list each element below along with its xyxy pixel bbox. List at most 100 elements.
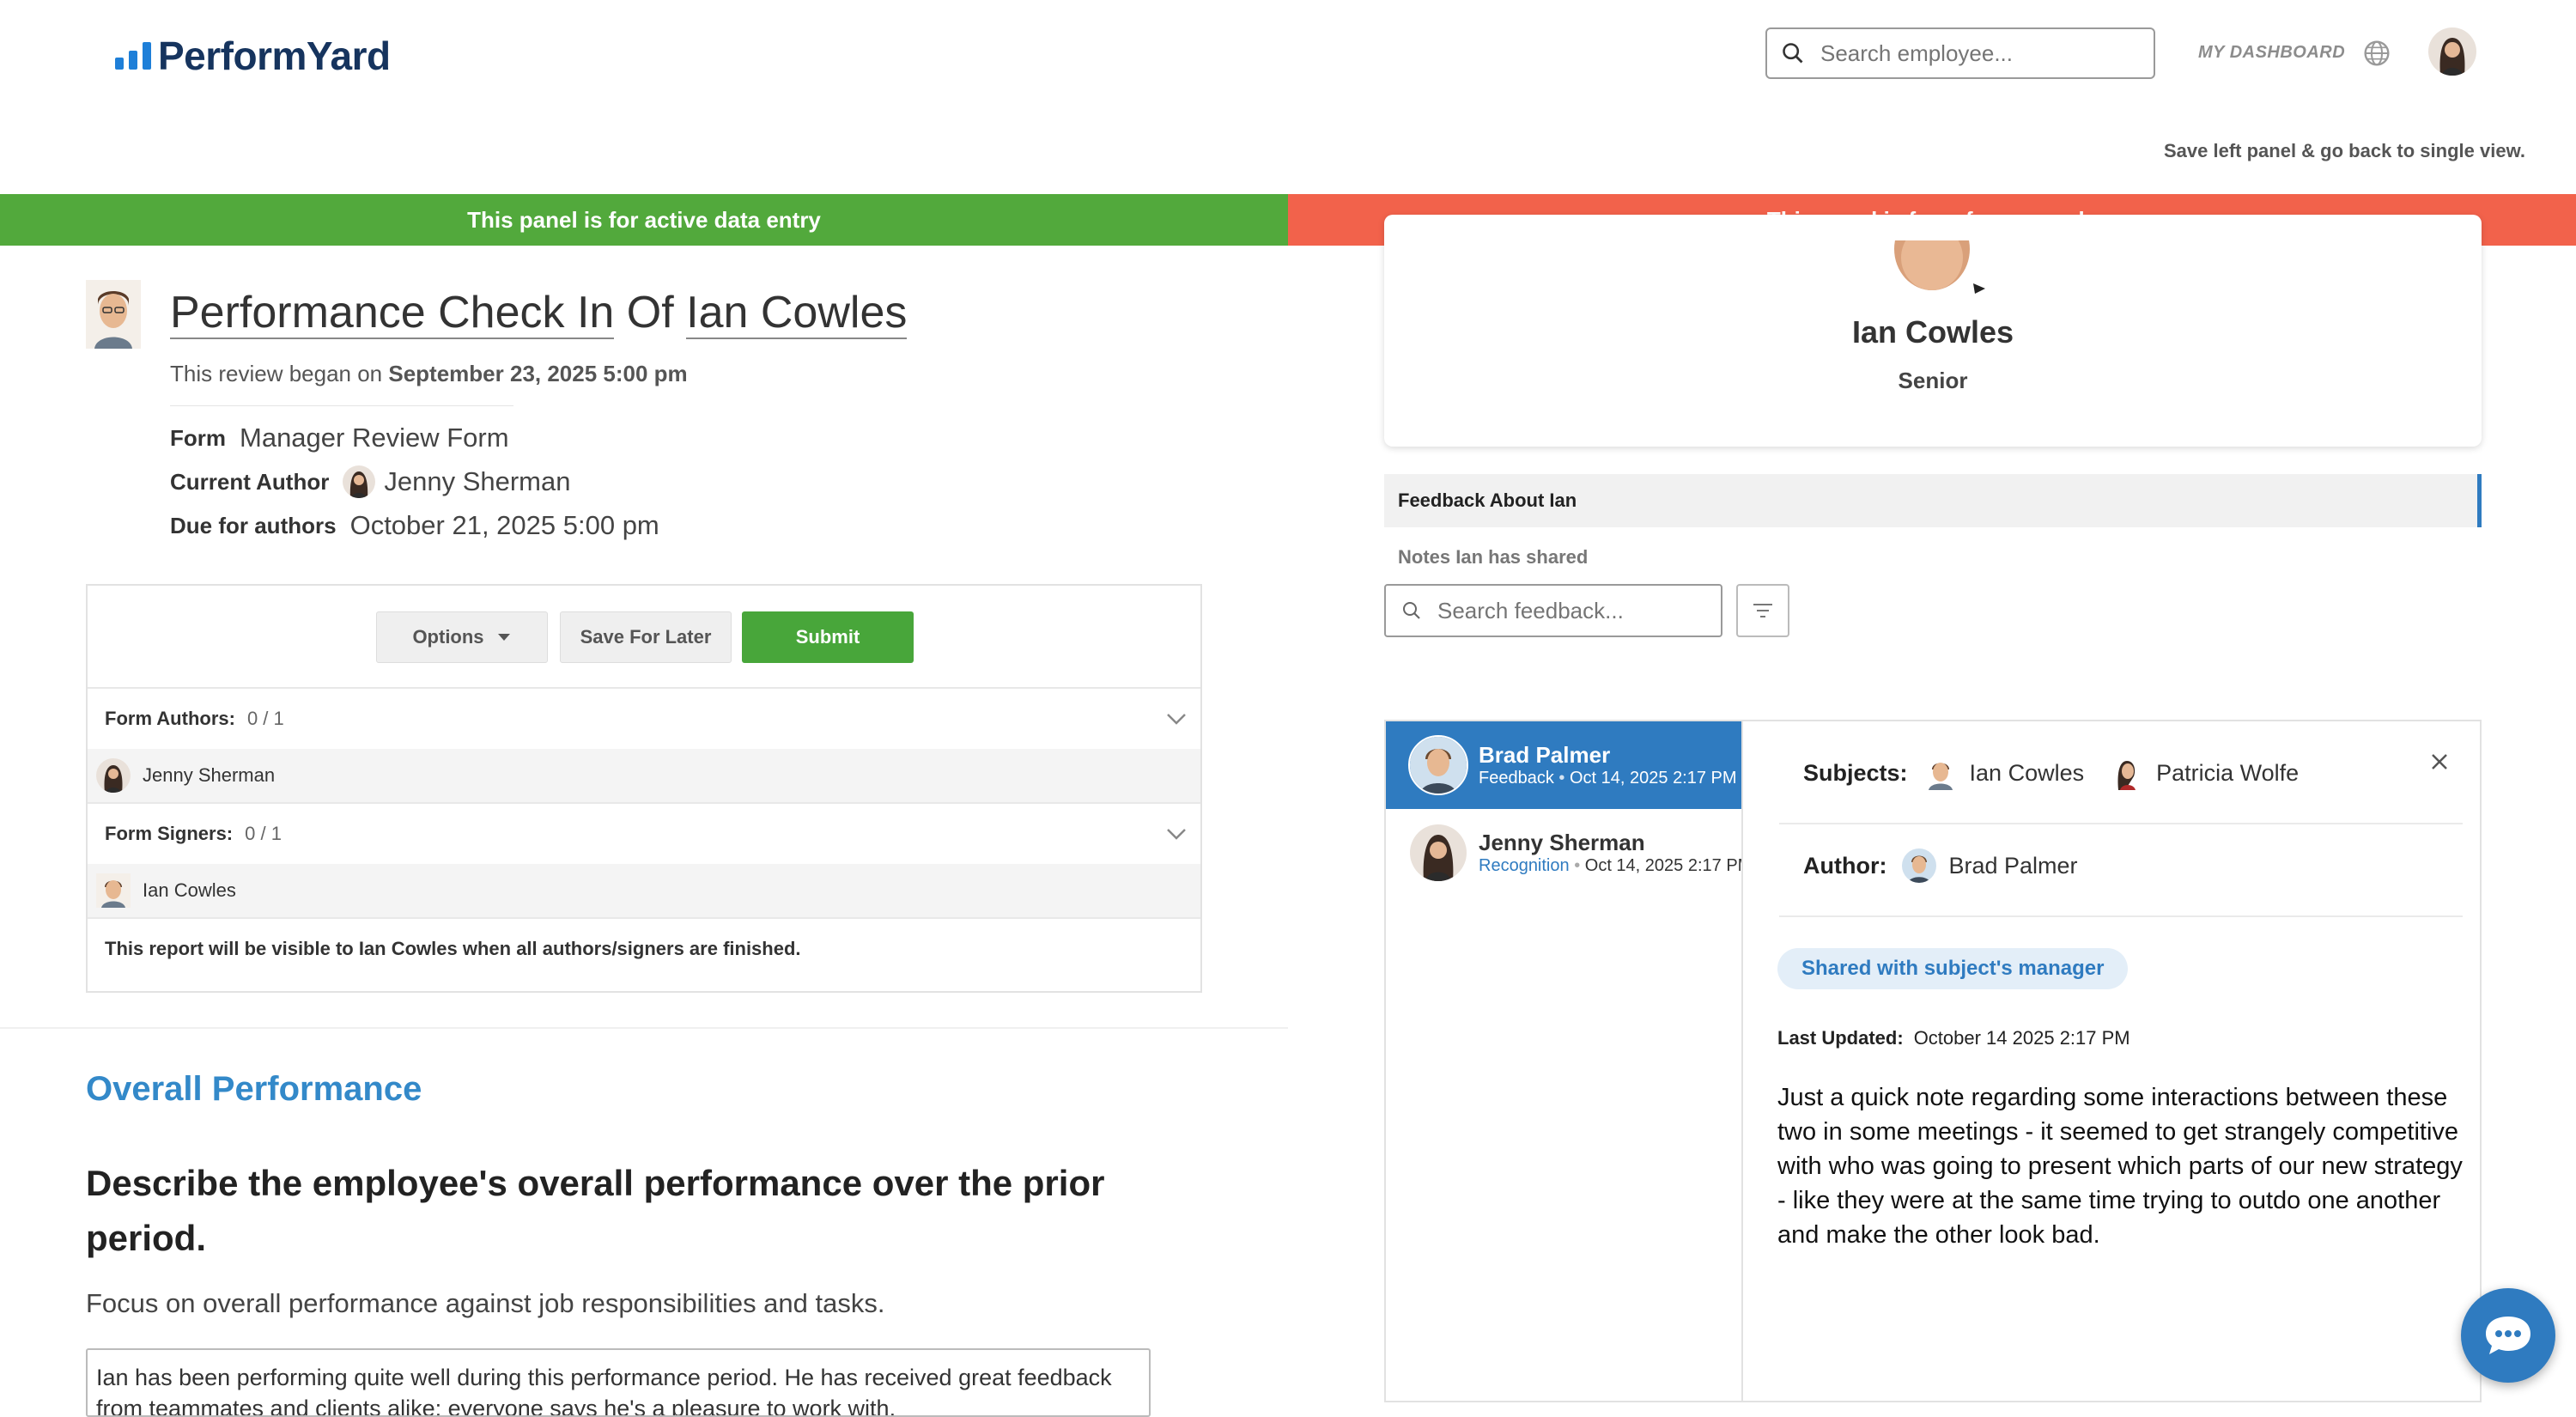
subject-avatar [1923,756,1958,790]
feedback-body: Just a quick note regarding some interac… [1777,1084,2463,1249]
feedback-search-input[interactable] [1436,596,1697,625]
feedback-author-name: Jenny Sherman [1479,830,1645,855]
last-updated-label: Last Updated: [1777,1027,1904,1049]
form-authors-row[interactable]: Form Authors: 0 / 1 [88,687,1200,749]
feedback-date: Oct 14, 2025 2:17 PM [1584,856,1743,875]
author-name: Brad Palmer [1948,852,2078,879]
form-author-item: Jenny Sherman [88,749,1200,802]
caret-down-icon [497,634,510,641]
employee-search[interactable] [1765,27,2155,79]
feedback-search[interactable] [1384,584,1722,637]
review-title-prefix[interactable]: Performance Check In [170,288,615,339]
feedback-author-name: Brad Palmer [1479,742,1611,768]
save-for-later-button[interactable]: Save For Later [560,611,732,663]
form-signers-label: Form Signers: [105,823,234,844]
logo-text: PerformYard [158,33,391,78]
filter-icon [1753,604,1772,617]
section-divider [0,1027,1288,1029]
jenny-avatar [1408,823,1468,883]
feedback-section-header[interactable]: Feedback About Ian [1384,474,2482,527]
question-text: Describe the employee's overall performa… [86,1163,1105,1258]
logo-mark-icon [115,42,151,70]
save-left-panel-link[interactable]: Save left panel & go back to single view… [2164,140,2525,162]
review-title-of: Of [614,288,687,338]
review-began-date: September 23, 2025 5:00 pm [388,361,688,386]
author-row: Author: Brad Palmer [1803,848,2078,883]
form-author-name: Jenny Sherman [143,764,276,786]
form-signer-name: Ian Cowles [143,879,236,901]
globe-icon[interactable] [2363,40,2391,71]
form-signers-row[interactable]: Form Signers: 0 / 1 [88,802,1200,864]
feedback-date: Oct 14, 2025 2:17 PM [1569,769,1737,788]
subject-name: Ian Cowles [1969,759,2085,786]
due-meta: Due for authors October 21, 2025 5:00 pm [170,510,659,541]
subjects-row: Subjects: Ian Cowles Patricia Wolfe [1803,756,2299,790]
chat-bubble-icon [2486,1317,2530,1354]
author-avatar [96,758,131,793]
submit-button[interactable]: Submit [742,611,914,663]
author-avatar [343,465,376,498]
current-author-value: Jenny Sherman [384,466,571,496]
divider [170,405,513,406]
subject-person: Ian Cowles [1923,756,2085,790]
search-icon [1403,602,1420,619]
author-avatar [1902,848,1937,883]
signer-avatar [96,873,131,908]
form-meta-label: Form [170,424,226,451]
form-meta-value: Manager Review Form [240,423,509,453]
options-button[interactable]: Options [376,611,548,663]
form-authors-count: 0 / 1 [246,708,284,729]
close-icon[interactable] [2430,752,2449,775]
form-actions-box: Options Save For Later Submit Form Autho… [86,584,1202,993]
profile-name: Ian Cowles [1851,314,2014,350]
feedback-type: Feedback [1479,769,1554,788]
filter-button[interactable] [1736,584,1789,637]
visibility-note-text: This report will be visible to Ian Cowle… [105,938,801,959]
feedback-meta: Recognition • Oct 14, 2025 2:17 PM [1479,856,1743,876]
review-began-label: This review began on [170,361,389,386]
brad-avatar [1408,735,1468,795]
current-author-label: Current Author [170,468,330,495]
subject-person: Patricia Wolfe [2110,756,2299,790]
visibility-note: This report will be visible to Ian Cowle… [88,917,1200,989]
subject-name: Patricia Wolfe [2156,759,2300,786]
shared-status-badge: Shared with subject's manager [1777,948,2129,989]
divider [1779,915,2463,917]
performyard-logo[interactable]: PerformYard [115,33,391,79]
feedback-detail: Subjects: Ian Cowles Patricia Wolfe Auth… [1741,720,2482,1402]
form-signers-count: 0 / 1 [245,823,282,844]
profile-role: Senior [1898,368,1968,393]
chat-button[interactable] [2461,1288,2555,1383]
last-updated-value: October 14 2025 2:17 PM [1913,1027,2130,1049]
active-entry-banner: This panel is for active data entry [0,194,1288,246]
feedback-list-item[interactable]: Brad Palmer Feedback • Oct 14, 2025 2:17… [1386,721,1743,809]
notes-shared-label: Notes Ian has shared [1398,546,1589,568]
feedback-list-item[interactable]: Jenny Sherman Recognition • Oct 14, 2025… [1386,809,1743,897]
feedback-list: Brad Palmer Feedback • Oct 14, 2025 2:17… [1384,720,1743,1402]
author-label: Author: [1803,852,1887,879]
user-avatar[interactable] [2428,27,2476,76]
options-label: Options [412,626,484,648]
review-title: Performance Check In Of Ian Cowles [170,287,908,339]
current-author-meta: Current Author Jenny Sherman [170,465,570,498]
chevron-down-icon[interactable] [1166,828,1187,840]
employee-avatar [86,280,141,349]
my-dashboard-link[interactable]: MY DASHBOARD [2198,43,2345,63]
subject-avatar [2110,756,2145,790]
due-label: Due for authors [170,512,337,538]
chevron-down-icon[interactable] [1166,713,1187,725]
form-signer-item: Ian Cowles [88,864,1200,917]
question-help-text: Focus on overall performance against job… [86,1288,885,1318]
form-authors-label: Form Authors: [105,708,235,729]
due-value: October 21, 2025 5:00 pm [349,510,659,540]
review-began-text: This review began on September 23, 2025 … [170,361,688,387]
search-icon [1783,43,1803,64]
profile-photo [1872,240,1992,294]
feedback-type: Recognition [1479,856,1570,875]
answer-textarea[interactable]: Ian has been performing quite well durin… [86,1348,1151,1417]
employee-search-input[interactable] [1819,39,2131,68]
review-title-employee[interactable]: Ian Cowles [686,288,908,339]
feedback-meta: Feedback • Oct 14, 2025 2:17 PM [1479,769,1737,788]
author-person: Brad Palmer [1902,848,2078,883]
last-updated: Last Updated: October 14 2025 2:17 PM [1777,1027,2130,1049]
